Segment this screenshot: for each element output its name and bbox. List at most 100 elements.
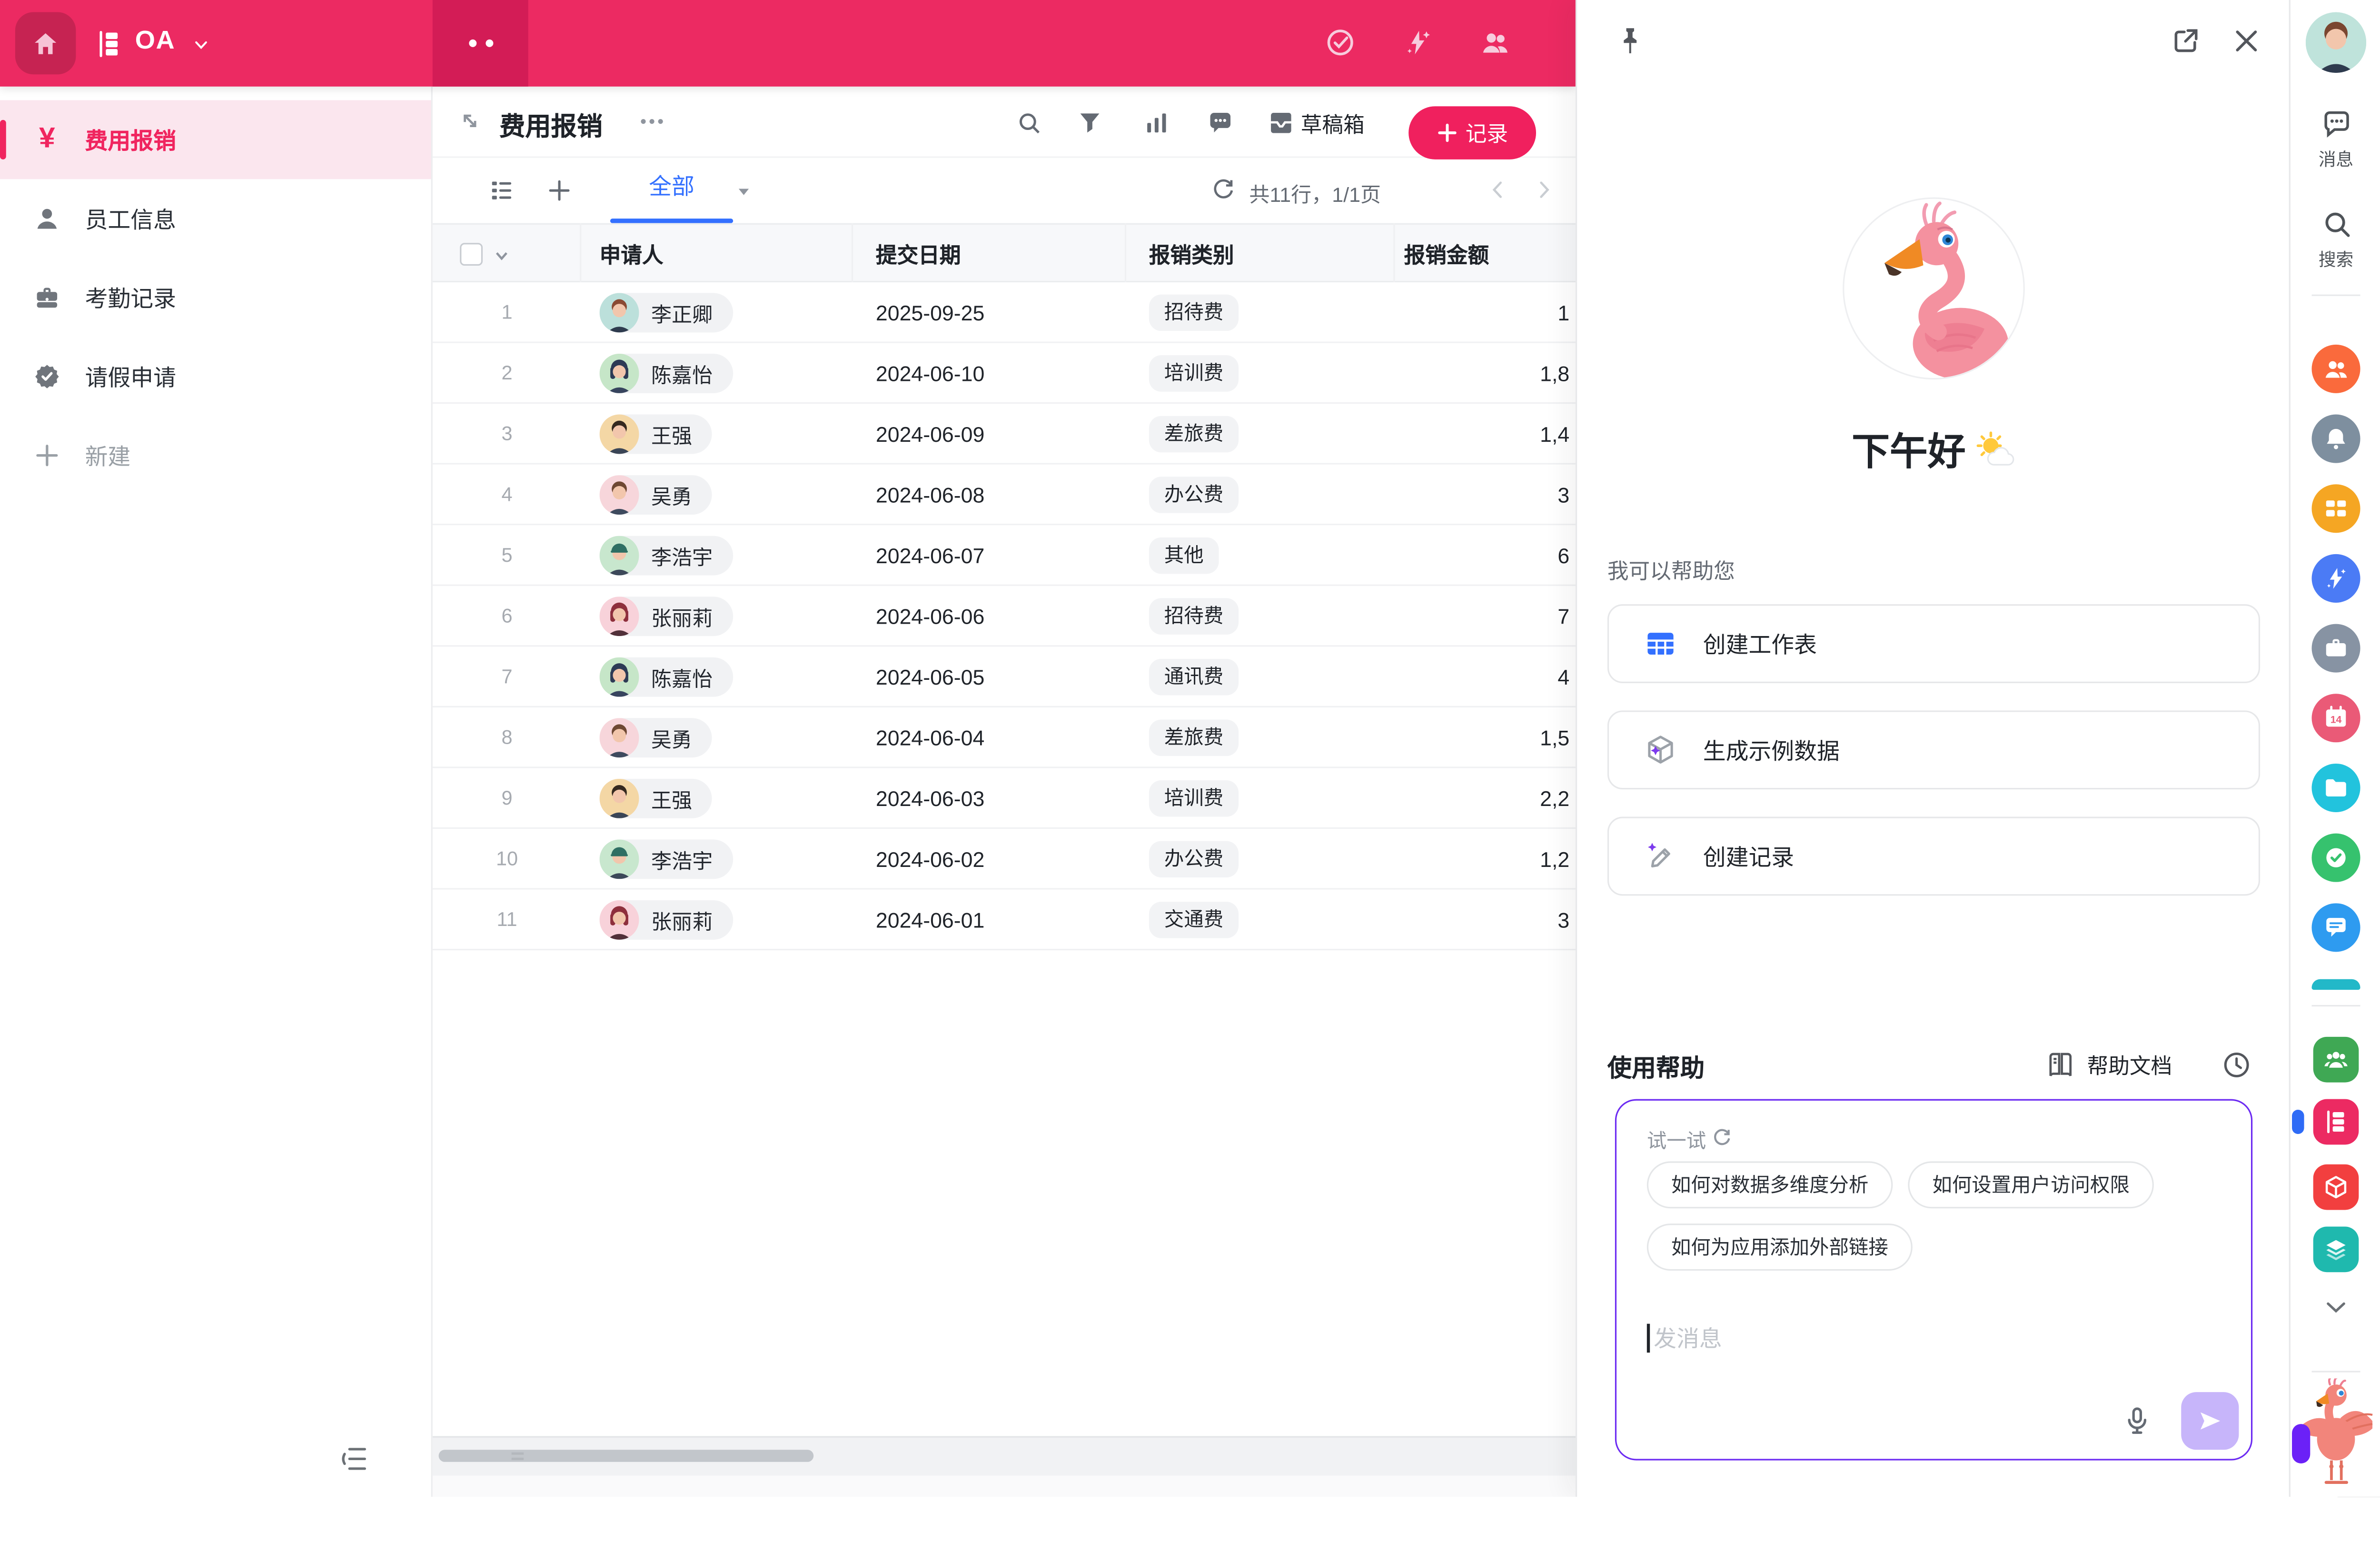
submit-date-cell[interactable]: 2024-06-07 bbox=[876, 525, 984, 586]
submit-date-cell[interactable]: 2024-06-05 bbox=[876, 647, 984, 707]
files-app-icon[interactable] bbox=[2312, 764, 2360, 812]
table-row[interactable]: 7 陈嘉怡 2024-06-05 通讯费 4 bbox=[433, 647, 1576, 707]
amount-cell[interactable]: 1,2 bbox=[1393, 829, 1572, 890]
sidebar-item-考勤记录[interactable]: 考勤记录 bbox=[0, 258, 431, 337]
category-badge[interactable]: 差旅费 bbox=[1149, 719, 1239, 756]
table-row[interactable]: 5 李浩宇 2024-06-07 其他 6 bbox=[433, 525, 1576, 586]
partially-hidden-app-icon[interactable] bbox=[2312, 979, 2360, 990]
workspace-logo-icon[interactable] bbox=[93, 27, 126, 60]
applicant-cell[interactable]: 张丽莉 bbox=[600, 900, 733, 940]
applicant-cell[interactable]: 李正卿 bbox=[600, 293, 733, 332]
next-page-icon[interactable] bbox=[1531, 178, 1556, 202]
resize-handle-icon[interactable] bbox=[508, 1447, 526, 1465]
home-button[interactable] bbox=[15, 12, 76, 75]
caret-down-icon[interactable] bbox=[736, 184, 752, 199]
amount-cell[interactable]: 1,5 bbox=[1393, 707, 1572, 768]
table-row[interactable]: 11 张丽莉 2024-06-01 交通费 3 bbox=[433, 890, 1576, 951]
add-view-icon[interactable] bbox=[545, 176, 574, 205]
tab-all-views[interactable]: 全部 bbox=[610, 158, 733, 223]
close-icon[interactable] bbox=[2230, 24, 2263, 58]
amount-cell[interactable]: 3 bbox=[1393, 465, 1572, 526]
org-app-icon[interactable] bbox=[2313, 1037, 2359, 1083]
search-label[interactable]: 搜索 bbox=[2291, 248, 2380, 272]
category-badge[interactable]: 通讯费 bbox=[1149, 659, 1239, 696]
notifications-app-icon[interactable] bbox=[2312, 415, 2360, 463]
amount-cell[interactable]: 1 bbox=[1393, 282, 1572, 343]
messages-label[interactable]: 消息 bbox=[2291, 147, 2380, 171]
workspace-name[interactable]: OA bbox=[135, 26, 176, 56]
tasks-app-icon[interactable] bbox=[2312, 834, 2360, 882]
select-all-checkbox[interactable] bbox=[460, 243, 483, 266]
approval-icon[interactable] bbox=[1324, 26, 1357, 59]
calendar-app-icon[interactable]: 14 bbox=[2312, 694, 2360, 742]
collapse-sidebar-icon[interactable] bbox=[337, 1442, 370, 1475]
submit-date-cell[interactable]: 2024-06-04 bbox=[876, 707, 984, 768]
search-icon[interactable] bbox=[1014, 108, 1044, 138]
contacts-app-icon[interactable] bbox=[2312, 345, 2360, 393]
amount-cell[interactable]: 4 bbox=[1393, 647, 1572, 707]
category-badge[interactable]: 培训费 bbox=[1149, 780, 1239, 817]
table-row[interactable]: 9 王强 2024-06-03 培训费 2,2 bbox=[433, 768, 1576, 829]
submit-date-cell[interactable]: 2024-06-02 bbox=[876, 829, 984, 890]
work-app-icon[interactable] bbox=[2312, 624, 2360, 673]
user-avatar[interactable] bbox=[2306, 12, 2367, 73]
category-badge[interactable]: 交通费 bbox=[1149, 902, 1239, 938]
table-row[interactable]: 1 李正卿 2025-09-25 招待费 1 bbox=[433, 282, 1576, 343]
view-list-icon[interactable] bbox=[487, 176, 516, 205]
open-in-window-icon[interactable] bbox=[2169, 24, 2202, 58]
applicant-cell[interactable]: 李浩宇 bbox=[600, 839, 733, 879]
submit-date-cell[interactable]: 2025-09-25 bbox=[876, 282, 984, 343]
sidebar-item-员工信息[interactable]: 员工信息 bbox=[0, 179, 431, 258]
workspace-chevron-icon[interactable] bbox=[191, 35, 211, 54]
suggestion-chip[interactable]: 如何为应用添加外部链接 bbox=[1647, 1224, 1913, 1271]
submit-date-cell[interactable]: 2024-06-03 bbox=[876, 768, 984, 829]
category-badge[interactable]: 其他 bbox=[1149, 537, 1219, 574]
draftbox-icon[interactable] bbox=[1266, 108, 1296, 138]
assistant-action-card[interactable]: 创建记录 bbox=[1607, 817, 2260, 896]
search-icon[interactable] bbox=[2319, 207, 2354, 241]
comment-icon[interactable] bbox=[1205, 108, 1236, 138]
amount-cell[interactable]: 6 bbox=[1393, 525, 1572, 586]
applicant-cell[interactable]: 张丽莉 bbox=[600, 597, 733, 636]
applicant-cell[interactable]: 王强 bbox=[600, 415, 712, 454]
table-row[interactable]: 4 吴勇 2024-06-08 办公费 3 bbox=[433, 465, 1576, 526]
category-badge[interactable]: 办公费 bbox=[1149, 477, 1239, 513]
applicant-cell[interactable]: 陈嘉怡 bbox=[600, 354, 733, 393]
sidebar-item-请假申请[interactable]: 请假申请 bbox=[0, 337, 431, 416]
table-row[interactable]: 6 张丽莉 2024-06-06 招待费 7 bbox=[433, 586, 1576, 647]
sidebar-item-费用报销[interactable]: ¥ 费用报销 bbox=[0, 100, 431, 179]
submit-date-cell[interactable]: 2024-06-06 bbox=[876, 586, 984, 647]
chat-app-icon[interactable] bbox=[2312, 903, 2360, 952]
applicant-cell[interactable]: 吴勇 bbox=[600, 718, 712, 757]
messages-icon[interactable] bbox=[2319, 106, 2354, 141]
help-doc-link[interactable]: 帮助文档 bbox=[2087, 1051, 2172, 1081]
applicant-cell[interactable]: 李浩宇 bbox=[600, 536, 733, 576]
send-button[interactable] bbox=[2181, 1392, 2239, 1450]
expand-icon[interactable] bbox=[457, 108, 484, 135]
shuffle-refresh-icon[interactable] bbox=[1711, 1126, 1734, 1149]
table-row[interactable]: 3 王强 2024-06-09 差旅费 1,4 bbox=[433, 404, 1576, 465]
microphone-icon[interactable] bbox=[2121, 1404, 2154, 1438]
pin-icon[interactable] bbox=[1614, 24, 1647, 58]
table-row[interactable]: 8 吴勇 2024-06-04 差旅费 1,5 bbox=[433, 707, 1576, 768]
history-clock-icon[interactable] bbox=[2221, 1049, 2252, 1081]
submit-date-cell[interactable]: 2024-06-09 bbox=[876, 404, 984, 465]
assistant-action-card[interactable]: 生成示例数据 bbox=[1607, 710, 2260, 789]
amount-cell[interactable]: 2,2 bbox=[1393, 768, 1572, 829]
chevron-down-icon[interactable] bbox=[2322, 1293, 2350, 1321]
amount-cell[interactable]: 1,4 bbox=[1393, 404, 1572, 465]
members-icon[interactable] bbox=[1478, 26, 1512, 59]
submit-date-cell[interactable]: 2024-06-08 bbox=[876, 465, 984, 526]
applicant-cell[interactable]: 陈嘉怡 bbox=[600, 657, 733, 697]
automation-magic-icon[interactable] bbox=[1401, 26, 1434, 59]
header-chevron-icon[interactable] bbox=[493, 248, 510, 264]
add-record-button[interactable]: 记录 bbox=[1408, 106, 1536, 159]
chart-icon[interactable] bbox=[1141, 108, 1172, 138]
category-badge[interactable]: 招待费 bbox=[1149, 295, 1239, 331]
refresh-icon[interactable] bbox=[1210, 176, 1237, 203]
applicant-cell[interactable]: 王强 bbox=[600, 779, 712, 818]
assistant-action-card[interactable]: 创建工作表 bbox=[1607, 604, 2260, 683]
suggestion-chip[interactable]: 如何对数据多维度分析 bbox=[1647, 1161, 1893, 1208]
horizontal-scrollbar[interactable] bbox=[439, 1450, 814, 1462]
table-row[interactable]: 2 陈嘉怡 2024-06-10 培训费 1,8 bbox=[433, 343, 1576, 404]
